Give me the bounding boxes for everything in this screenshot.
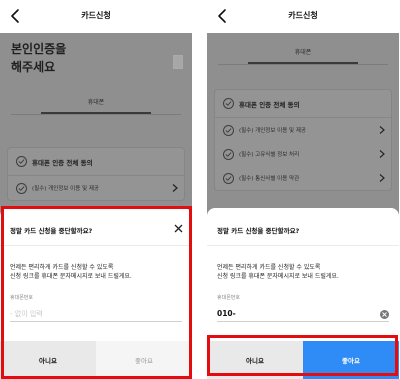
header-title: 카드신청 (288, 11, 318, 20)
close-icon[interactable] (174, 224, 183, 233)
page-title: 본인인증을 해주세요 (11, 42, 67, 74)
phone-field-label: 휴대폰번호 (10, 295, 34, 301)
top-bar: 카드신청 (207, 0, 399, 33)
sheet-button-row: 아니요 좋아요 (207, 341, 399, 379)
chevron-right-icon (379, 150, 385, 158)
comparison-stage: 카드신청 본인인증을 해주세요 휴대폰 휴대폰 인증 전체 동의 (필수) 개인… (0, 0, 400, 379)
consent-all-label: 휴대폰 인증 전체 동의 (239, 100, 300, 109)
tab-phone[interactable]: 휴대폰 (218, 47, 388, 65)
check-circle-icon[interactable] (223, 98, 234, 109)
chevron-right-icon (172, 184, 178, 192)
tab-divider (218, 64, 388, 65)
phone-number-input[interactable] (217, 306, 389, 322)
check-circle-icon[interactable] (223, 124, 234, 136)
consent-all-label: 휴대폰 인증 전체 동의 (32, 158, 93, 167)
stop-application-sheet: 정말 카드 신청을 중단할까요? 언제든 편리하게 카드를 신청할 수 있도록 … (207, 208, 399, 379)
consent-all-row[interactable]: 휴대폰 인증 전체 동의 (215, 90, 391, 118)
sheet-title: 정말 카드 신청을 중단할까요? (217, 227, 300, 235)
chevron-right-icon (379, 174, 385, 182)
top-bar: 카드신청 (0, 0, 192, 33)
sheet-button-row: 아니요 좋아요 (0, 341, 192, 379)
stop-application-sheet: 정말 카드 신청을 중단할까요? 언제든 편리하게 카드를 신청할 수 있도록 … (0, 208, 192, 379)
yes-button[interactable]: 좋아요 (303, 341, 399, 379)
no-button[interactable]: 아니요 (0, 341, 96, 379)
tab-label: 휴대폰 (294, 49, 312, 56)
sheet-description: 언제든 편리하게 카드를 신청할 수 있도록 신청 링크를 휴대폰 문자메시지로… (217, 264, 339, 281)
sheet-divider (0, 245, 192, 246)
tab-divider (11, 114, 181, 115)
consent-item-row[interactable]: (필수) 고유식별 정보 처리 (215, 142, 391, 166)
check-circle-icon[interactable] (16, 156, 27, 167)
tab-label: 휴대폰 (87, 99, 105, 106)
clear-input-icon[interactable] (380, 310, 389, 319)
consent-card: 휴대폰 인증 전체 동의 (필수) 개인정보 이용 및 제공 (7, 147, 185, 201)
phone-field-label: 휴대폰번호 (217, 295, 241, 301)
consent-item-label: (필수) 통신사별 이용 약관 (239, 176, 300, 182)
check-circle-icon[interactable] (223, 148, 234, 160)
consent-all-row[interactable]: 휴대폰 인증 전체 동의 (8, 148, 184, 176)
left-phone-screen: 카드신청 본인인증을 해주세요 휴대폰 휴대폰 인증 전체 동의 (필수) 개인… (0, 0, 192, 379)
yes-button-disabled[interactable]: 좋아요 (96, 341, 192, 379)
consent-card: 휴대폰 인증 전체 동의 (필수) 개인정보 이용 및 제공 (필수) 고유식별… (214, 89, 392, 191)
phone-number-input[interactable] (10, 306, 182, 322)
header-title: 카드신청 (81, 11, 111, 20)
consent-item-label: (필수) 고유식별 정보 처리 (239, 152, 300, 158)
consent-item-row[interactable]: (필수) 개인정보 이용 및 제공 (8, 176, 184, 200)
sheet-description: 언제든 편리하게 카드를 신청할 수 있도록 신청 링크를 휴대폰 문자메시지로… (10, 264, 132, 281)
consent-item-label: (필수) 개인정보 이용 및 제공 (32, 186, 99, 192)
consent-item-row[interactable]: (필수) 통신사별 이용 약관 (215, 166, 391, 190)
no-button[interactable]: 아니요 (207, 341, 303, 379)
document-icon (173, 55, 183, 69)
sheet-title: 정말 카드 신청을 중단할까요? (10, 227, 93, 235)
check-circle-icon[interactable] (223, 172, 234, 184)
chevron-right-icon (379, 126, 385, 134)
right-phone-screen: 카드신청 휴대폰 휴대폰 인증 전체 동의 (필수) 개인정보 이용 및 제공 (207, 0, 399, 379)
sheet-divider (207, 245, 399, 246)
check-circle-icon[interactable] (16, 182, 27, 194)
tab-phone[interactable]: 휴대폰 (11, 97, 181, 115)
consent-item-label: (필수) 개인정보 이용 및 제공 (239, 128, 306, 134)
consent-item-row[interactable]: (필수) 개인정보 이용 및 제공 (215, 118, 391, 142)
